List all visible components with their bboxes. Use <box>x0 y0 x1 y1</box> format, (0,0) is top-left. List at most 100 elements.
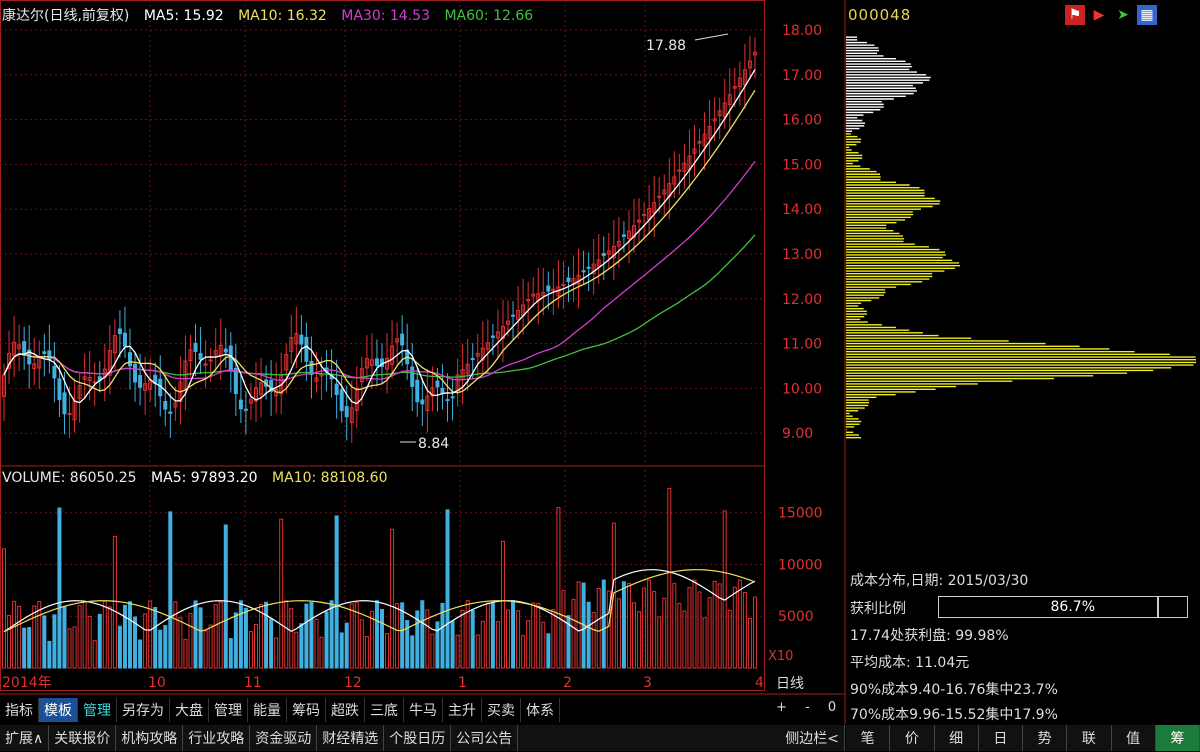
arrow-icon[interactable]: ➤ <box>1113 5 1133 25</box>
volume-bar <box>82 601 87 669</box>
volume-bar <box>475 634 480 669</box>
volume-bar <box>460 610 465 669</box>
tab-daily[interactable]: 日 <box>979 725 1023 751</box>
tab-buy-sell[interactable]: 买卖 <box>482 698 521 722</box>
volume-bar <box>369 610 374 669</box>
candle-body <box>47 350 52 361</box>
chart-icon[interactable]: ▦ <box>1137 5 1157 25</box>
zoom-out-button[interactable]: - <box>805 700 810 715</box>
tab-expand[interactable]: 扩展∧ <box>0 725 50 751</box>
volume-bar <box>339 632 344 669</box>
tab-energy[interactable]: 能量 <box>248 698 287 722</box>
volume-bar <box>380 608 384 669</box>
date-tick: 2 <box>563 675 572 691</box>
play-icon[interactable]: ▶ <box>1089 5 1109 25</box>
volume-bar <box>546 633 551 669</box>
volume-bar <box>722 510 727 669</box>
tab-price[interactable]: 价 <box>890 725 935 751</box>
tab-industry[interactable]: 行业攻略 <box>183 725 251 751</box>
tab-stock-calendar[interactable]: 个股日历 <box>384 725 452 751</box>
tab-template[interactable]: 模板 <box>39 698 78 722</box>
volume-bar <box>163 625 168 669</box>
volume-bar <box>430 633 435 669</box>
volume-bar <box>395 603 400 669</box>
volume-bar <box>228 638 233 669</box>
volume-tick: 10000 <box>778 557 823 573</box>
tab-main-rise[interactable]: 主升 <box>443 698 482 722</box>
ma10-value: MA10: 16.32 <box>238 8 327 24</box>
price-tick: 15.00 <box>782 157 822 173</box>
volume-bar <box>319 636 324 669</box>
tab-indicator[interactable]: 指标 <box>0 698 39 722</box>
tab-manage[interactable]: 管理 <box>78 698 117 722</box>
volume-bar <box>324 611 329 669</box>
price-tick: 13.00 <box>782 247 822 263</box>
tab-trend[interactable]: 势 <box>1023 725 1068 751</box>
candle-body <box>198 353 203 360</box>
tab-market[interactable]: 大盘 <box>170 698 209 722</box>
volume-bar <box>57 507 62 669</box>
tab-manage-2[interactable]: 管理 <box>209 698 248 722</box>
candle-body <box>304 336 309 362</box>
volume-bar <box>536 603 541 669</box>
candle-body <box>168 411 173 414</box>
tab-value[interactable]: 值 <box>1112 725 1156 751</box>
tab-triple-bottom[interactable]: 三底 <box>365 698 404 722</box>
chart-header: 康达尔(日线,前复权) MA5: 15.92 MA10: 16.32 MA30:… <box>2 5 543 25</box>
tab-tick[interactable]: 笔 <box>846 725 891 751</box>
candle-body <box>435 380 440 388</box>
tab-save-as[interactable]: 另存为 <box>117 698 170 722</box>
vol-ma5-value: MA5: 97893.20 <box>151 470 258 486</box>
candle-body <box>299 334 304 345</box>
volume-bar <box>47 640 52 669</box>
tab-institution[interactable]: 机构攻略 <box>116 725 184 751</box>
kline-chart[interactable]: 18.00 17.00 16.00 15.00 14.00 13.00 12.00 11.00… <box>0 0 1200 752</box>
tab-sidebar[interactable]: 侧边栏< <box>780 725 845 751</box>
volume-bar <box>193 600 198 669</box>
tab-finance-news[interactable]: 财经精选 <box>317 725 385 751</box>
volume-bar <box>632 602 636 669</box>
tab-oversold[interactable]: 超跌 <box>326 698 365 722</box>
profit-label: 获利比例 <box>850 601 906 617</box>
volume-bar <box>556 507 561 669</box>
volume-bar <box>727 609 732 669</box>
tab-chips[interactable]: 筹码 <box>287 698 326 722</box>
profit-value: 86.7% <box>1050 599 1095 615</box>
volume-bar <box>117 625 122 669</box>
high-arrow <box>694 33 729 41</box>
volume-bar <box>22 627 27 669</box>
tab-chip-distribution[interactable]: 筹 <box>1155 725 1200 751</box>
volume-bar <box>531 602 536 669</box>
flag-icon[interactable]: ⚑ <box>1065 5 1085 25</box>
zoom-reset-button[interactable]: 0 <box>828 700 836 715</box>
volume-bar <box>17 605 22 669</box>
candle-body <box>92 381 97 384</box>
volume-bar <box>203 630 208 669</box>
price-tick: 16.00 <box>782 113 822 129</box>
tab-capital[interactable]: 资金驱动 <box>250 725 318 751</box>
volume-bar <box>233 612 238 669</box>
volume-bar <box>742 592 747 669</box>
price-tick: 12.00 <box>782 292 822 308</box>
ma5-value: MA5: 15.92 <box>143 8 224 24</box>
tab-system[interactable]: 体系 <box>521 698 560 722</box>
volume-bar <box>243 607 248 669</box>
volume-bar <box>314 618 319 669</box>
tab-announcement[interactable]: 公司公告 <box>451 725 519 751</box>
candle-body <box>374 358 379 366</box>
volume-bar <box>390 528 395 669</box>
volume-bar <box>294 631 299 669</box>
volume-bar <box>470 609 475 669</box>
volume-bar <box>334 515 339 669</box>
volume-bar <box>178 617 183 669</box>
cost-line2: 平均成本: 11.04元 <box>850 655 970 671</box>
tab-bull-horse[interactable]: 牛马 <box>404 698 443 722</box>
period-selector[interactable]: 日线 <box>776 673 804 693</box>
volume-bar <box>576 581 581 669</box>
tab-related-quotes[interactable]: 关联报价 <box>49 725 117 751</box>
candle-body <box>122 332 127 347</box>
tab-linked[interactable]: 联 <box>1067 725 1112 751</box>
tab-detail[interactable]: 细 <box>935 725 979 751</box>
volume-bar <box>72 626 77 669</box>
zoom-in-button[interactable]: + <box>776 700 787 715</box>
